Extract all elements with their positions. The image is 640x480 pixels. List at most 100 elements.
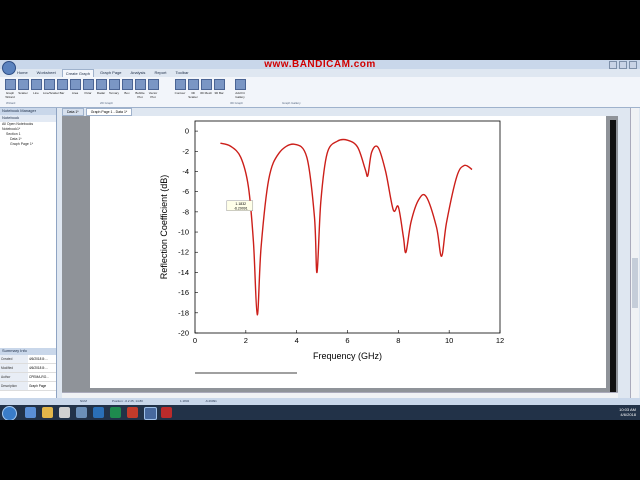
- clock[interactable]: 10:03 AM 4/6/2018: [619, 407, 636, 417]
- ribbon-tab[interactable]: Create Graph: [61, 69, 94, 77]
- ribbon-button[interactable]: Bar: [56, 79, 68, 101]
- y-tick-label: -14: [178, 268, 189, 277]
- notebook-tree: All Open Notebooks Notebook1* Section 1 Dat…: [0, 122, 56, 147]
- bandicam-icon[interactable]: [161, 407, 172, 418]
- ribbon-button-label: Contour: [174, 91, 186, 95]
- page-edge: [610, 120, 616, 392]
- y-tick-label: -8: [182, 207, 189, 216]
- document-tab[interactable]: Graph Page 1 - Data 1*: [85, 108, 133, 116]
- status-position: Position: -0.2 25, 14.80: [112, 399, 143, 403]
- chart-type-icon: [234, 79, 246, 90]
- status-readout2: -6.29091: [205, 399, 217, 403]
- folder-icon[interactable]: [42, 407, 53, 418]
- chart-type-icon: [95, 79, 107, 90]
- document-tab[interactable]: Data 1*: [62, 108, 84, 116]
- chart-type-icon: [147, 79, 159, 90]
- ribbon-tab[interactable]: Home: [14, 69, 31, 77]
- ribbon-button[interactable]: Box: [121, 79, 133, 101]
- ribbon-button-label: Add Fit Gallery: [235, 91, 245, 99]
- summary-value: Graph Page: [29, 384, 47, 388]
- ribbon-button[interactable]: 3D Scatter: [187, 79, 199, 101]
- scroll-thumb[interactable]: [632, 258, 638, 308]
- chart-type-icon: [56, 79, 68, 90]
- plot-frame: [194, 120, 501, 334]
- chart-type-icon: [213, 79, 225, 90]
- ribbon-button[interactable]: Vector Plot: [147, 79, 159, 101]
- word-icon[interactable]: [93, 407, 104, 418]
- close-icon[interactable]: [629, 61, 637, 69]
- ribbon-button[interactable]: Graph Wizard: [4, 79, 16, 101]
- y-tick-label: -10: [178, 228, 189, 237]
- chart-type-icon: [30, 79, 42, 90]
- ribbon-tab[interactable]: Toolbar: [172, 69, 191, 77]
- y-tick-label: -12: [178, 248, 189, 257]
- summary-key: Created: [0, 355, 28, 363]
- ribbon-button[interactable]: 3D Bar: [213, 79, 225, 101]
- summary-key: Author: [0, 373, 28, 381]
- start-button[interactable]: [2, 406, 17, 420]
- ribbon-tab[interactable]: Report: [151, 69, 169, 77]
- summary-value: 4/6/2018 8:...: [29, 357, 48, 361]
- ribbon-group-label: 2D Graph: [100, 101, 114, 105]
- ribbon-button[interactable]: Add Fit Gallery: [234, 79, 246, 101]
- summary-row: Description Graph Page: [0, 382, 56, 391]
- notebook-subheader: Notebook: [0, 115, 56, 122]
- ribbon-button-label: 3D Bar: [214, 91, 224, 95]
- ribbon-button-label: 3D Mesh: [200, 91, 213, 95]
- app-window: www.BANDICAM.com Home Worksheet Create Gra…: [0, 60, 640, 420]
- taskbar: 10:03 AM 4/6/2018: [0, 405, 640, 420]
- origin-icon[interactable]: [144, 407, 157, 420]
- ribbon-button[interactable]: Bubble Plot: [134, 79, 146, 101]
- chart-type-icon: [134, 79, 146, 90]
- summary-value: CPEMA-RO...: [29, 375, 49, 379]
- chart-type-icon: [4, 79, 16, 90]
- status-bar: NUM Position: -0.2 25, 14.80 1.1832 -6.2…: [0, 398, 640, 405]
- ribbon-tab[interactable]: Analysis: [128, 69, 149, 77]
- x-tick-label: 2: [244, 336, 248, 345]
- reflection-chart[interactable]: 0 2 4 6 8 10 12 0 -2 -4 -6 -8 -10 -12 -14 -16 -18 -20 Freq…: [90, 116, 606, 388]
- ie-icon[interactable]: [25, 407, 36, 418]
- ribbon-button[interactable]: Ternary: [108, 79, 120, 101]
- ribbon-button-label: Radar: [96, 91, 106, 95]
- y-tick-label: -6: [182, 187, 189, 196]
- ribbon: Graph Wizard Scatter Line Line/Scatter Bar Ar…: [0, 77, 640, 108]
- minimize-icon[interactable]: [609, 61, 617, 69]
- media-icon[interactable]: [59, 407, 70, 418]
- document-tabs: Data 1* Graph Page 1 - Data 1*: [62, 108, 133, 116]
- graph-canvas-area: 0 2 4 6 8 10 12 0 -2 -4 -6 -8 -10 -12 -14 -16 -18 -20 Freq…: [62, 116, 618, 398]
- ribbon-button-label: Ternary: [108, 91, 119, 95]
- ribbon-button[interactable]: Radar: [95, 79, 107, 101]
- ribbon-button[interactable]: 3D Mesh: [200, 79, 212, 101]
- ribbon-button[interactable]: Line/Scatter: [43, 79, 59, 101]
- ribbon-button-label: 3D Scatter: [188, 91, 198, 99]
- tree-item[interactable]: Graph Page 1*: [0, 142, 56, 147]
- maximize-icon[interactable]: [619, 61, 627, 69]
- chart-type-icon: [200, 79, 212, 90]
- ribbon-button-label: Polar: [84, 91, 92, 95]
- ribbon-button[interactable]: Line: [30, 79, 42, 101]
- app-icon[interactable]: [76, 407, 87, 418]
- powerpoint-icon[interactable]: [127, 407, 138, 418]
- chart-type-icon: [17, 79, 29, 90]
- ribbon-button[interactable]: Contour: [174, 79, 186, 101]
- ribbon-tab[interactable]: Worksheet: [34, 69, 59, 77]
- vertical-scrollbar[interactable]: [630, 108, 639, 398]
- ribbon-button[interactable]: Scatter: [17, 79, 29, 101]
- excel-icon[interactable]: [110, 407, 121, 418]
- graph-page[interactable]: 0 2 4 6 8 10 12 0 -2 -4 -6 -8 -10 -12 -14 -16 -18 -20 Freq…: [90, 116, 606, 388]
- chart-type-icon: [43, 79, 55, 90]
- ribbon-button[interactable]: Area: [69, 79, 81, 101]
- ribbon-button-label: Bubble Plot: [135, 91, 145, 99]
- summary-value: 4/6/2018 8:...: [29, 366, 48, 370]
- chart-type-icon: [82, 79, 94, 90]
- ribbon-tabs: Home Worksheet Create Graph Graph Page Analy…: [14, 69, 192, 77]
- y-tick-label: -4: [182, 167, 189, 176]
- status-num: NUM: [80, 399, 87, 403]
- ribbon-button[interactable]: Polar: [82, 79, 94, 101]
- summary-row: Author CPEMA-RO...: [0, 373, 56, 382]
- notebook-manager: Notebook Manager Notebook All Open Noteb…: [0, 108, 57, 398]
- chart-type-icon: [121, 79, 133, 90]
- summary-header: Summary Info: [0, 348, 56, 355]
- ribbon-tab[interactable]: Graph Page: [97, 69, 125, 77]
- x-tick-label: 4: [295, 336, 299, 345]
